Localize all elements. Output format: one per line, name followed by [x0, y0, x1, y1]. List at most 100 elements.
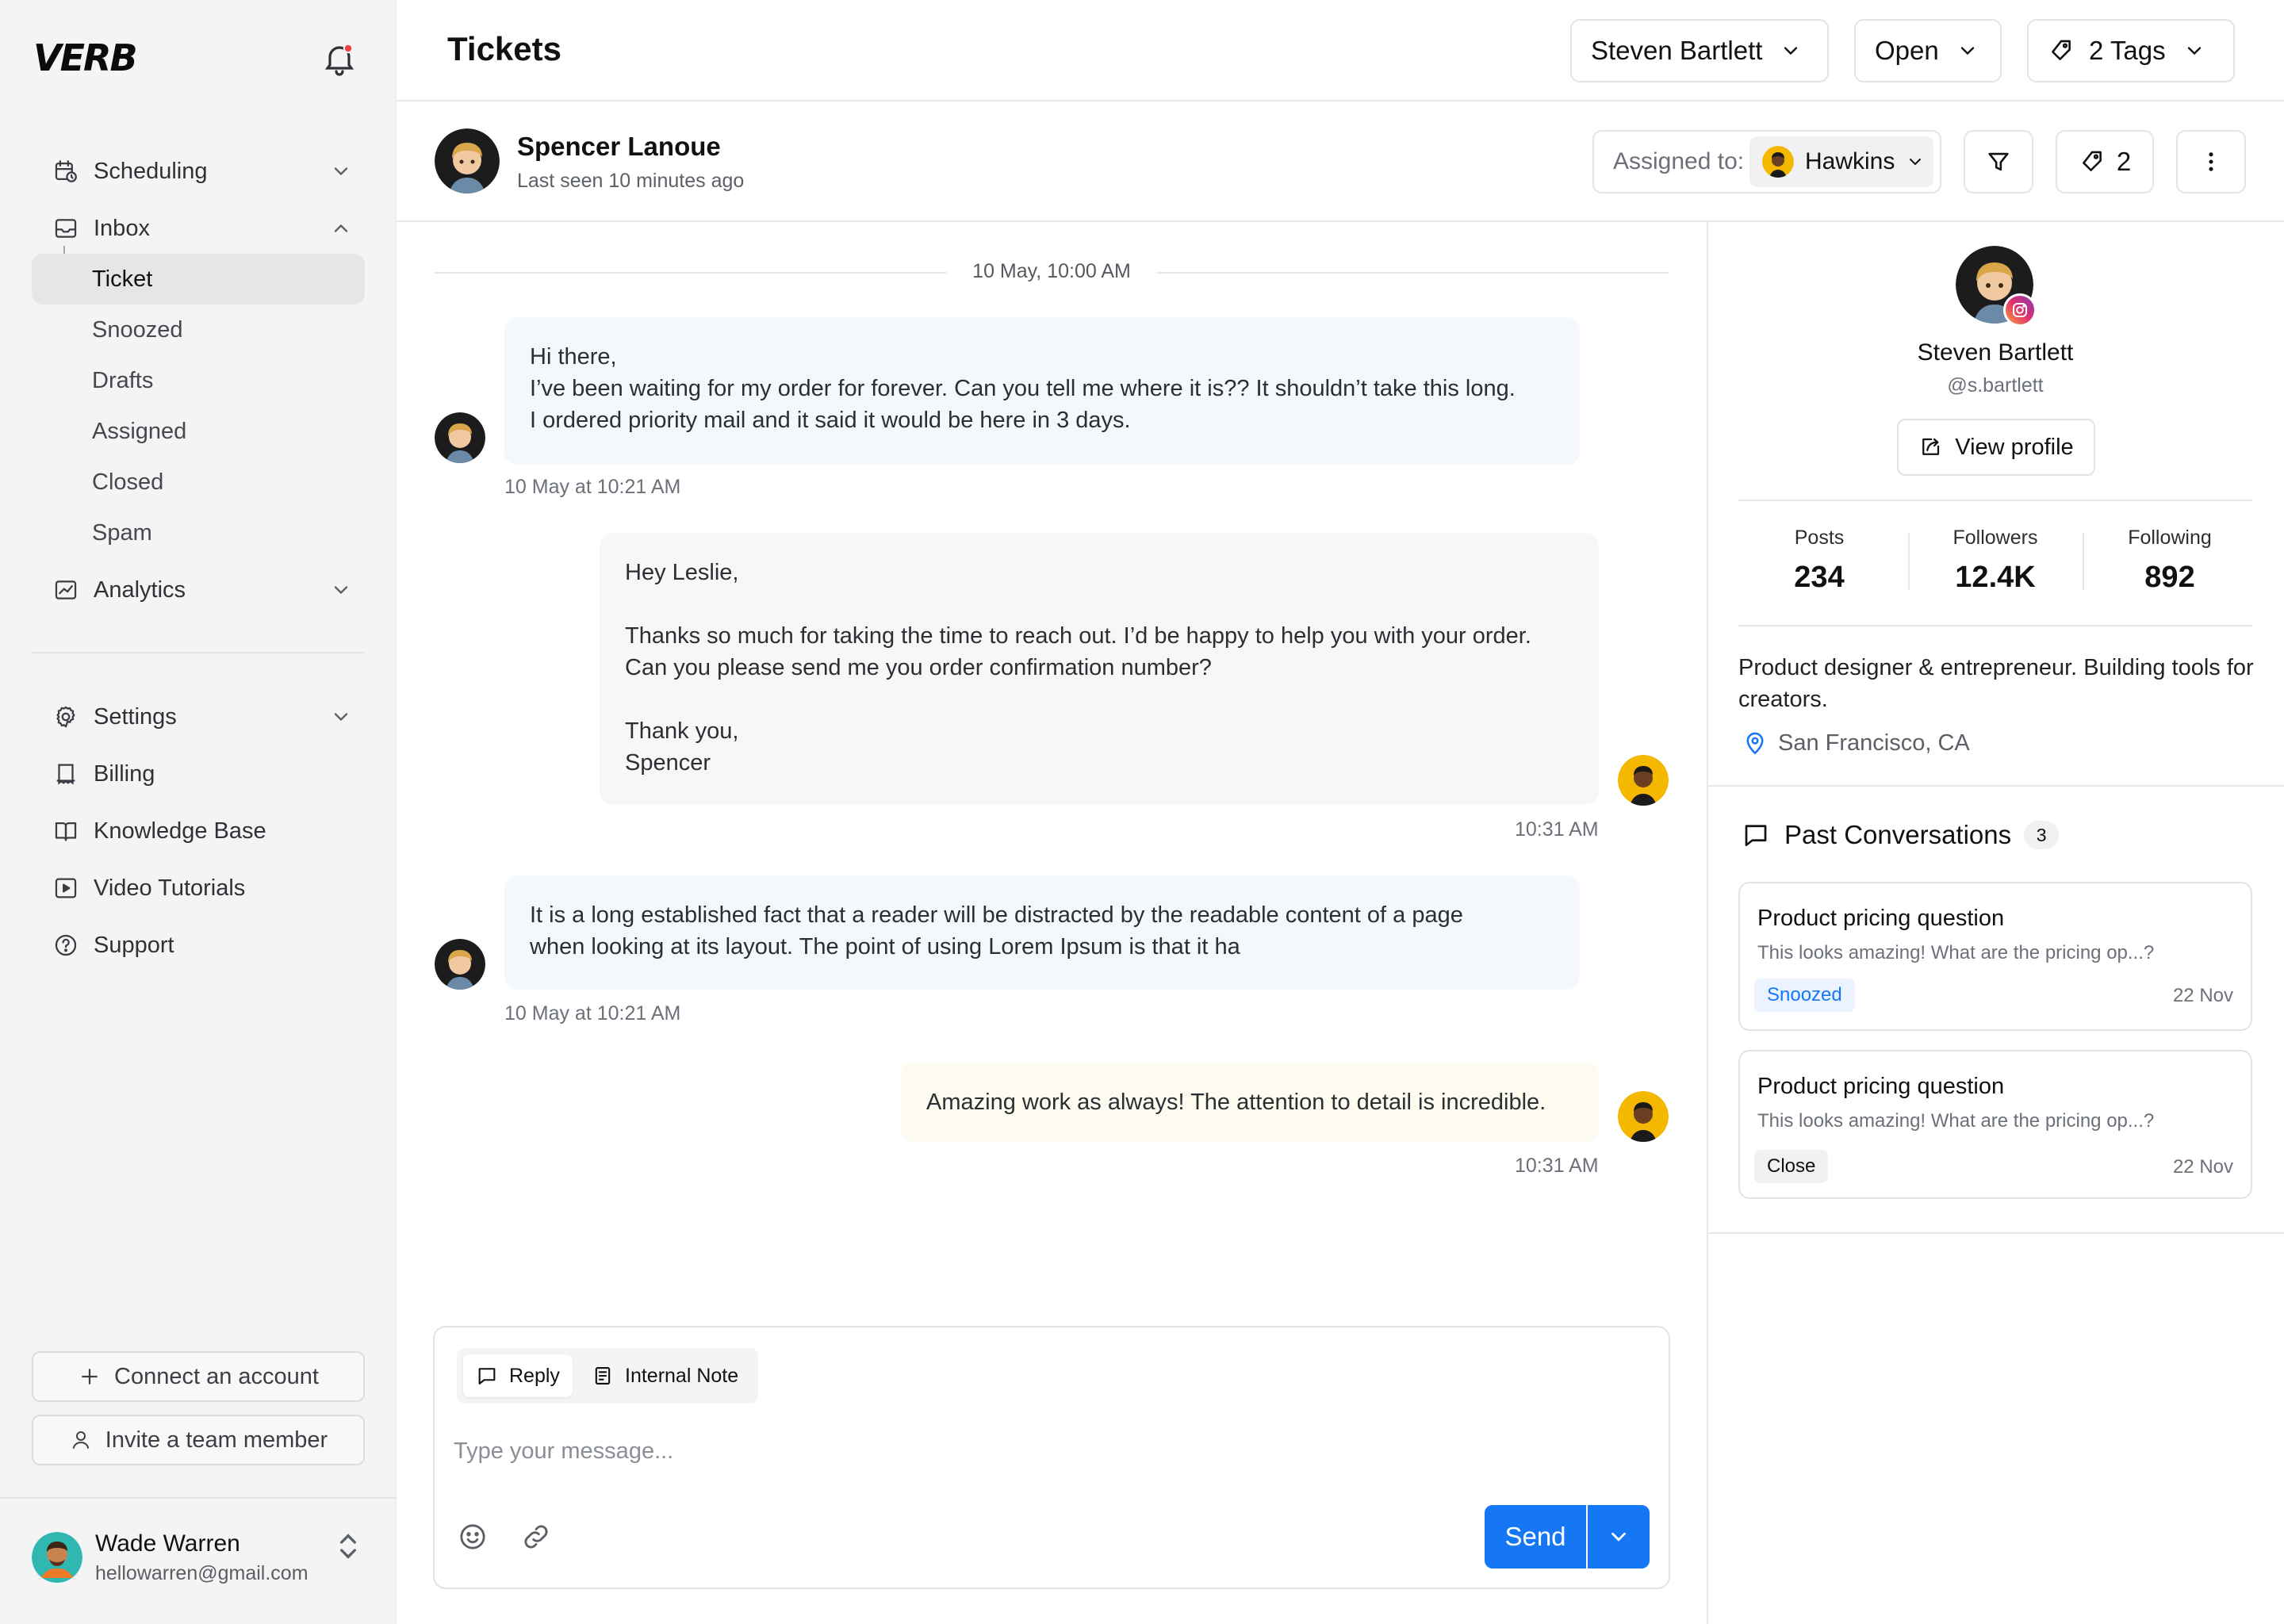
- play-icon: [55, 878, 77, 898]
- more-vertical-icon: [2209, 152, 2213, 171]
- inbox-item-assigned[interactable]: Assigned: [32, 406, 365, 457]
- stat-label: Following: [2128, 527, 2212, 549]
- view-profile-label: View profile: [1955, 434, 2074, 460]
- inbox-item-spam[interactable]: Spam: [32, 508, 365, 558]
- message-incoming[interactable]: Hi there, I’ve been waiting for my order…: [504, 317, 1580, 465]
- inbox-item-ticket[interactable]: Ticket: [32, 254, 365, 304]
- status-badge: Close: [1754, 1150, 1829, 1183]
- chevron-up-icon[interactable]: [330, 217, 352, 239]
- invite-member-button[interactable]: Invite a team member: [32, 1415, 365, 1465]
- app-logo[interactable]: VERB: [33, 36, 138, 79]
- nav-support[interactable]: Support: [32, 920, 365, 971]
- inbox-item-snoozed[interactable]: Snoozed: [32, 304, 365, 355]
- nav-knowledge-base[interactable]: Knowledge Base: [32, 806, 365, 856]
- tag-icon: [2082, 151, 2102, 171]
- tags-button[interactable]: 2: [2056, 130, 2154, 193]
- status-filter-value: Open: [1875, 36, 1939, 65]
- book-icon: [55, 822, 77, 841]
- calendar-clock-icon: [55, 160, 77, 182]
- stat-posts: Posts 234: [1734, 527, 1905, 595]
- tags-filter-dropdown[interactable]: 2 Tags: [2027, 19, 2235, 82]
- nav-label: Inbox: [94, 215, 150, 241]
- user-filter-dropdown[interactable]: Steven Bartlett: [1570, 19, 1829, 82]
- link-icon[interactable]: [520, 1521, 552, 1553]
- user-filter-value: Steven Bartlett: [1591, 36, 1763, 65]
- assignee-name: Hawkins: [1805, 148, 1895, 174]
- past-conversations-header: Past Conversations 3: [1742, 820, 2060, 850]
- filter-icon: [1988, 152, 2009, 171]
- avatar: [1762, 146, 1794, 178]
- tag-count: 2: [2116, 147, 2132, 176]
- chevron-down-icon[interactable]: [330, 160, 352, 182]
- nav-settings[interactable]: Settings: [32, 691, 365, 742]
- invite-label: Invite a team member: [105, 1427, 328, 1453]
- profile-name: Steven Bartlett: [1917, 339, 2074, 366]
- instagram-icon: [2003, 293, 2037, 327]
- chevron-down-icon[interactable]: [330, 706, 352, 728]
- user-email: hellowarren@gmail.com: [95, 1562, 308, 1584]
- stat-value: 234: [1794, 561, 1845, 594]
- tab-reply-label: Reply: [509, 1364, 560, 1387]
- nav-analytics[interactable]: Analytics: [32, 565, 365, 615]
- card-title: Product pricing question: [1757, 906, 2005, 931]
- chart-icon: [55, 580, 77, 599]
- card-snippet: This looks amazing! What are the pricing…: [1757, 1110, 2155, 1132]
- count-badge: 3: [2024, 821, 2060, 849]
- billing-icon: [56, 764, 75, 785]
- gear-icon: [56, 706, 75, 728]
- profile-handle: @s.bartlett: [1947, 374, 2044, 396]
- connect-account-button[interactable]: Connect an account: [32, 1351, 365, 1402]
- nav-scheduling[interactable]: Scheduling: [32, 146, 365, 197]
- avatar: [1618, 755, 1669, 806]
- nav-video-tutorials[interactable]: Video Tutorials: [32, 863, 365, 914]
- message-timestamp: 10:31 AM: [1515, 1155, 1599, 1177]
- profile-location: San Francisco, CA: [1742, 730, 1970, 756]
- more-options-button[interactable]: [2176, 130, 2246, 193]
- chevron-down-icon: [1960, 47, 1974, 56]
- status-filter-dropdown[interactable]: Open: [1854, 19, 2002, 82]
- emoji-icon[interactable]: [457, 1521, 489, 1553]
- user-name: Wade Warren: [95, 1530, 240, 1557]
- chevron-down-icon[interactable]: [330, 579, 352, 601]
- message-timestamp: 10 May at 10:21 AM: [504, 1002, 681, 1025]
- stat-value: 12.4K: [1955, 561, 2036, 594]
- avatar: [435, 939, 485, 990]
- view-profile-button[interactable]: View profile: [1897, 419, 2095, 476]
- chat-bubble-icon: [1745, 825, 1767, 847]
- message-outgoing[interactable]: Hey Leslie, Thanks so much for taking th…: [600, 533, 1599, 804]
- nav-billing[interactable]: Billing: [32, 749, 365, 799]
- user-icon: [72, 1431, 90, 1449]
- message-incoming[interactable]: It is a long established fact that a rea…: [504, 875, 1580, 990]
- location-text: San Francisco, CA: [1778, 730, 1970, 756]
- chevron-down-icon: [2187, 47, 2201, 56]
- message-input[interactable]: [454, 1434, 1643, 1469]
- chevron-up-down-icon[interactable]: [336, 1530, 360, 1562]
- avatar: [1618, 1091, 1669, 1142]
- filter-button[interactable]: [1964, 130, 2033, 193]
- stat-value: 892: [2144, 561, 2195, 594]
- contact-name: Spencer Lanoue: [517, 132, 721, 161]
- card-date: 22 Nov: [2172, 1156, 2233, 1178]
- card-date: 22 Nov: [2172, 985, 2233, 1006]
- avatar[interactable]: [32, 1532, 82, 1583]
- nav-label: Video Tutorials: [94, 875, 246, 901]
- message-internal-note[interactable]: Amazing work as always! The attention to…: [901, 1063, 1599, 1142]
- tab-note-label: Internal Note: [625, 1364, 739, 1387]
- inbox-icon: [55, 219, 77, 238]
- contact-avatar[interactable]: [435, 128, 500, 193]
- profile-bio: Product designer & entrepreneur. Buildin…: [1738, 655, 2254, 712]
- message-timestamp: 10 May at 10:21 AM: [504, 476, 681, 498]
- nav-label: Support: [94, 932, 174, 958]
- assignee-dropdown[interactable]: Hawkins: [1749, 136, 1933, 187]
- inbox-item-drafts[interactable]: Drafts: [32, 355, 365, 406]
- card-title: Product pricing question: [1757, 1074, 2005, 1099]
- stat-label: Posts: [1794, 527, 1845, 549]
- tab-internal-note[interactable]: Internal Note: [579, 1354, 751, 1397]
- nav-inbox[interactable]: Inbox: [32, 203, 365, 254]
- tab-reply[interactable]: Reply: [463, 1354, 573, 1397]
- send-options-button[interactable]: [1588, 1505, 1650, 1568]
- tag-icon: [2052, 40, 2071, 60]
- inbox-item-closed[interactable]: Closed: [32, 457, 365, 508]
- send-button[interactable]: Send: [1485, 1505, 1586, 1568]
- notification-bell-icon[interactable]: [320, 40, 358, 78]
